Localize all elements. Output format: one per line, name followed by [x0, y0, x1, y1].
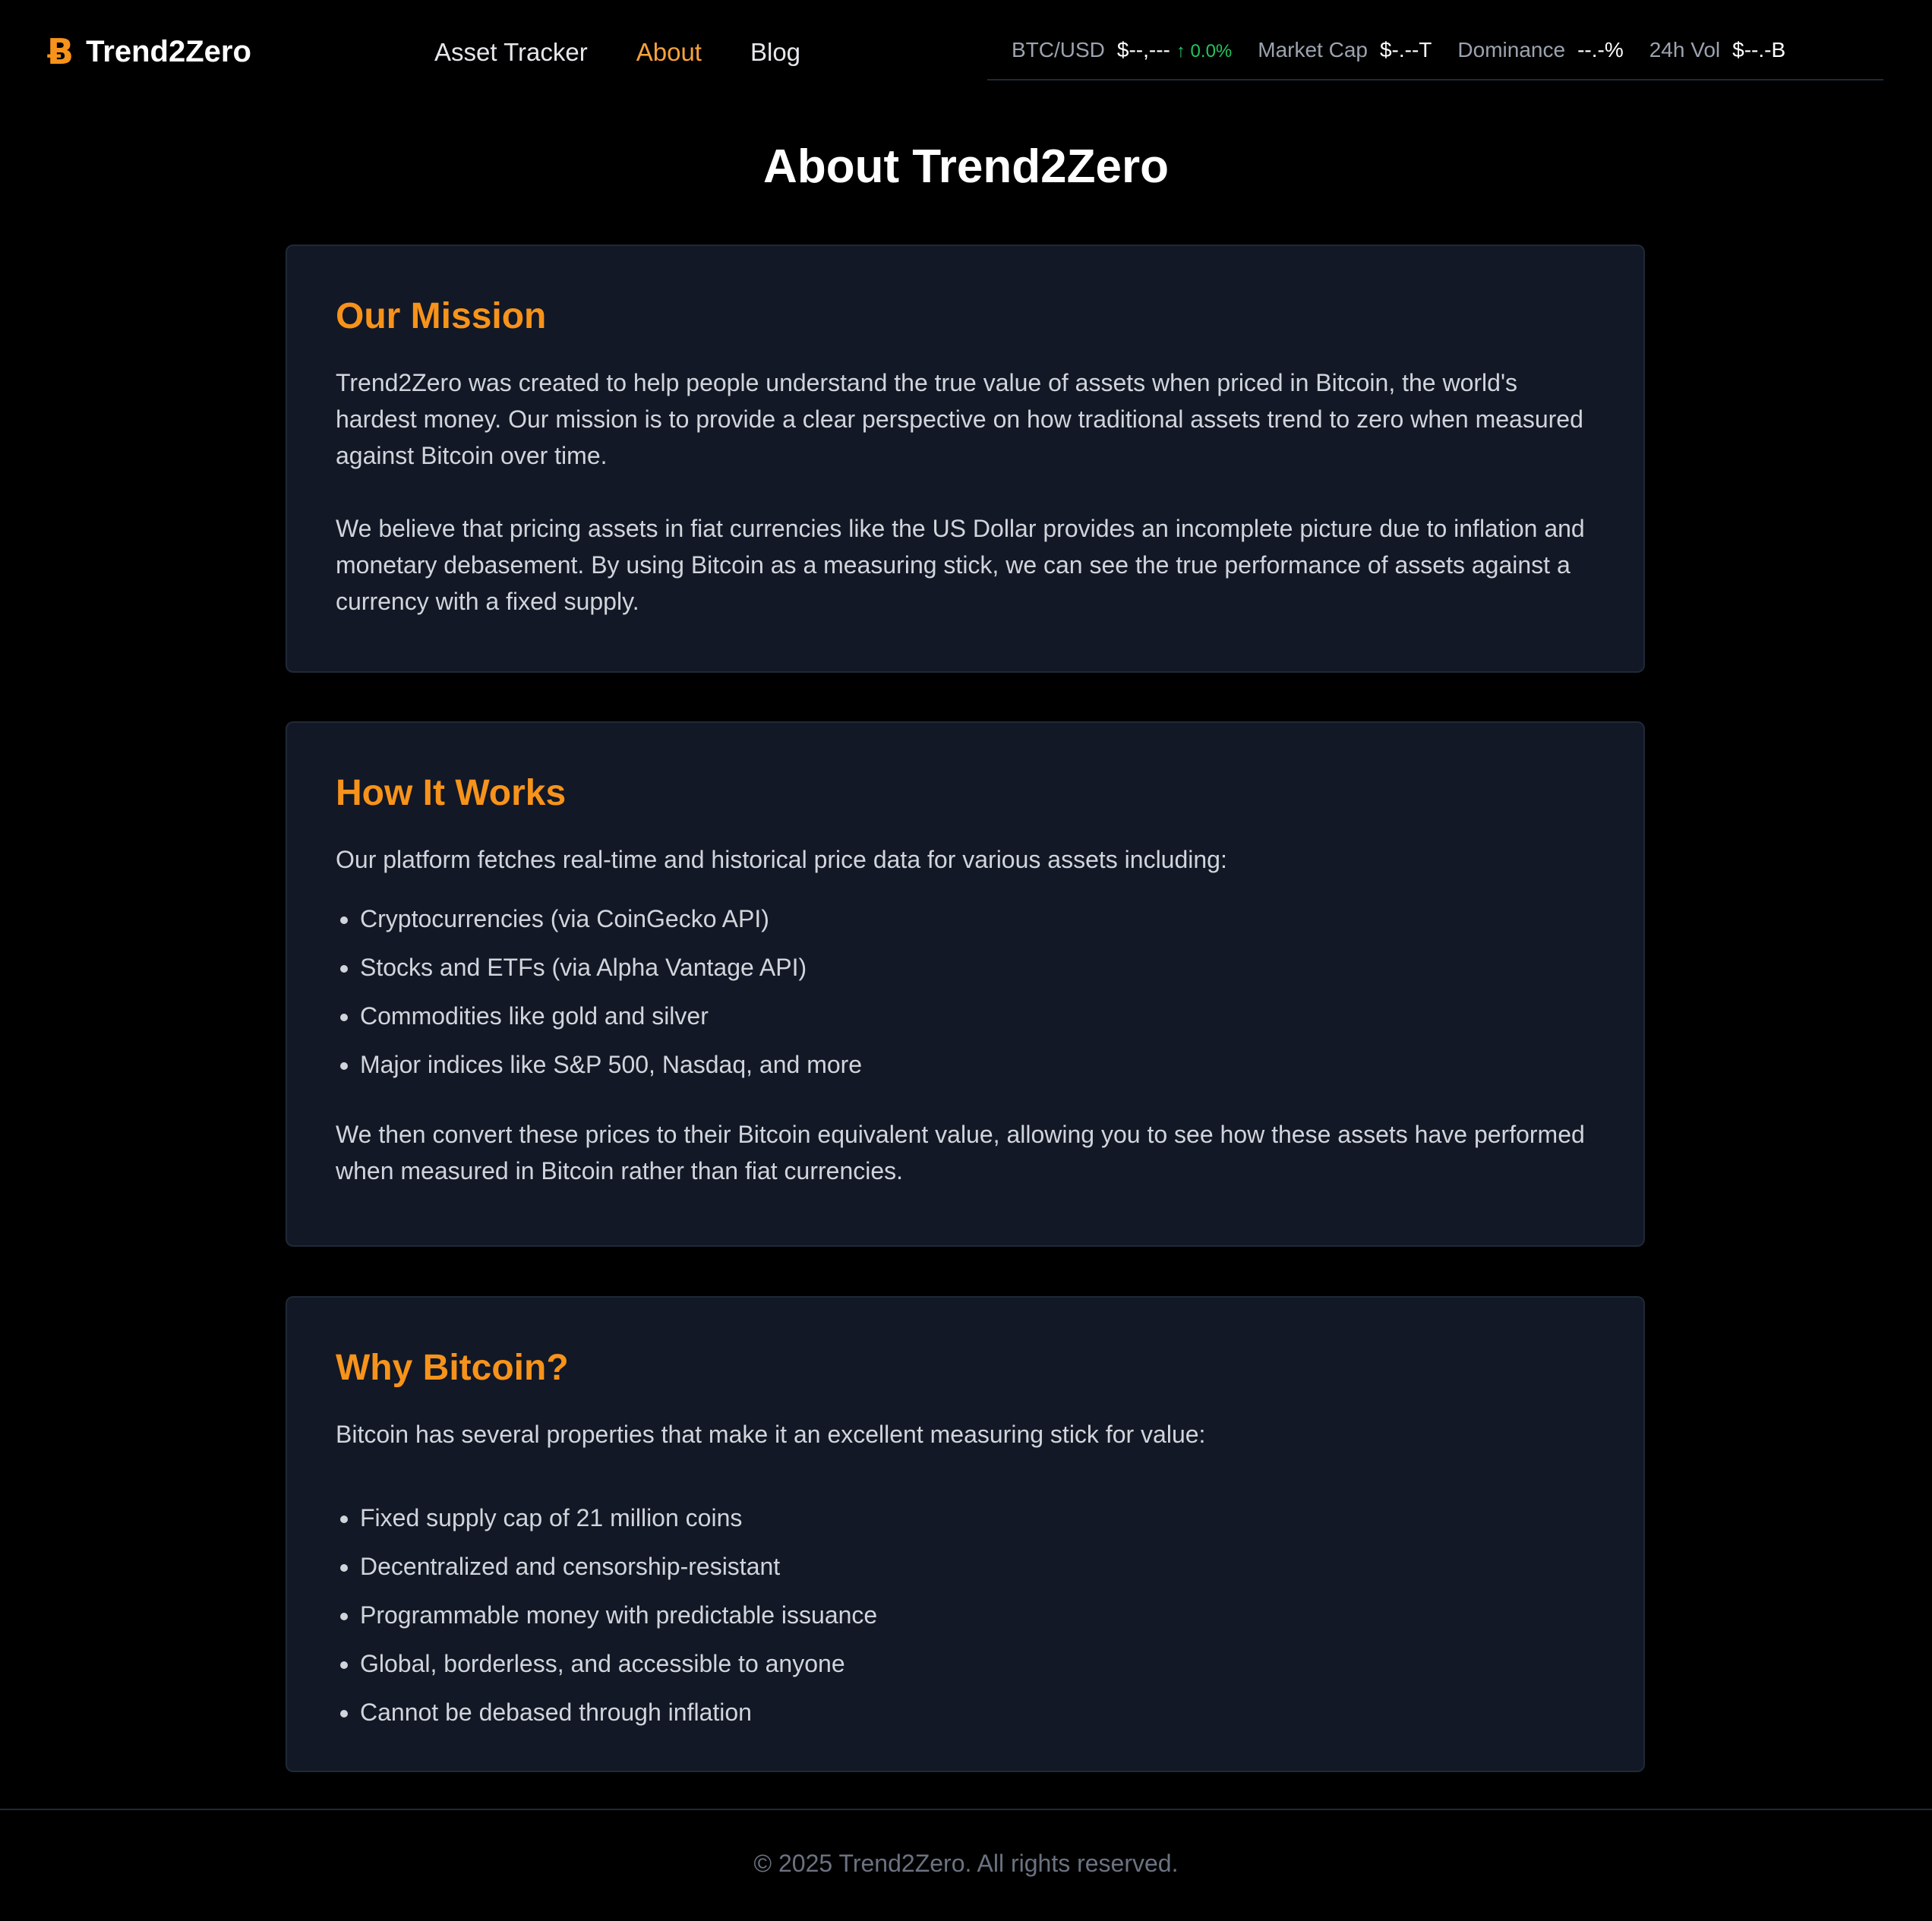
list-item: Global, borderless, and accessible to an… [360, 1645, 1595, 1682]
list-item: Major indices like S&P 500, Nasdaq, and … [360, 1046, 1595, 1083]
volume-label: 24h Vol [1649, 38, 1721, 62]
dominance-value: --.-% [1577, 38, 1624, 62]
btc-price-value: $--,--- [1116, 38, 1170, 62]
how-it-works-intro: Our platform fetches real-time and histo… [336, 845, 1227, 873]
brand-name: Trend2Zero [86, 34, 251, 68]
copyright-text: © 2025 Trend2Zero. All rights reserved. [753, 1850, 1179, 1877]
nav-link-blog[interactable]: Blog [750, 38, 800, 67]
main-nav: Asset Tracker About Blog [434, 33, 849, 71]
how-it-works-heading: How It Works [336, 773, 567, 813]
why-bitcoin-intro: Bitcoin has several properties that make… [336, 1420, 1206, 1448]
market-cap-label: Market Cap [1258, 38, 1368, 62]
site-footer: © 2025 Trend2Zero. All rights reserved. [0, 1809, 1932, 1921]
btc-price-change: ↑ 0.0% [1176, 41, 1233, 62]
list-item: Fixed supply cap of 21 million coins [360, 1500, 1595, 1536]
brand-logo[interactable]: Ƀ Trend2Zero [47, 29, 251, 74]
volume-value: $--.-B [1732, 38, 1786, 62]
list-item: Commodities like gold and silver [360, 998, 1595, 1034]
why-bitcoin-heading: Why Bitcoin? [336, 1348, 569, 1388]
list-item: Decentralized and censorship-resistant [360, 1548, 1595, 1585]
nav-link-about[interactable]: About [636, 38, 702, 67]
list-item: Programmable money with predictable issu… [360, 1597, 1595, 1633]
list-item: Cannot be debased through inflation [360, 1694, 1595, 1730]
mission-paragraph: We believe that pricing assets in fiat c… [336, 514, 1585, 615]
market-ticker: BTC/USD $--,--- ↑ 0.0% Market Cap $-.--T… [987, 33, 1883, 80]
mission-heading: Our Mission [336, 296, 547, 336]
data-sources-list: Cryptocurrencies (via CoinGecko API) Sto… [336, 901, 1595, 1083]
market-cap-value: $-.--T [1379, 38, 1432, 62]
nav-link-asset-tracker[interactable]: Asset Tracker [434, 38, 588, 67]
btc-price-label: BTC/USD [1012, 38, 1105, 62]
list-item: Cryptocurrencies (via CoinGecko API) [360, 901, 1595, 937]
how-it-works-outro: We then convert these prices to their Bi… [336, 1120, 1585, 1184]
mission-card: Our Mission Trend2Zero was created to he… [286, 244, 1645, 673]
dominance-label: Dominance [1457, 38, 1566, 62]
list-item: Stocks and ETFs (via Alpha Vantage API) [360, 949, 1595, 986]
bitcoin-icon: Ƀ [47, 31, 74, 72]
bitcoin-properties-list: Fixed supply cap of 21 million coins Dec… [336, 1500, 1595, 1730]
site-header: Ƀ Trend2Zero Asset Tracker About Blog BT… [0, 0, 1932, 106]
mission-paragraph: Trend2Zero was created to help people un… [336, 368, 1583, 469]
why-bitcoin-card: Why Bitcoin? Bitcoin has several propert… [286, 1296, 1645, 1772]
page-title: About Trend2Zero [763, 140, 1169, 193]
how-it-works-card: How It Works Our platform fetches real-t… [286, 721, 1645, 1247]
